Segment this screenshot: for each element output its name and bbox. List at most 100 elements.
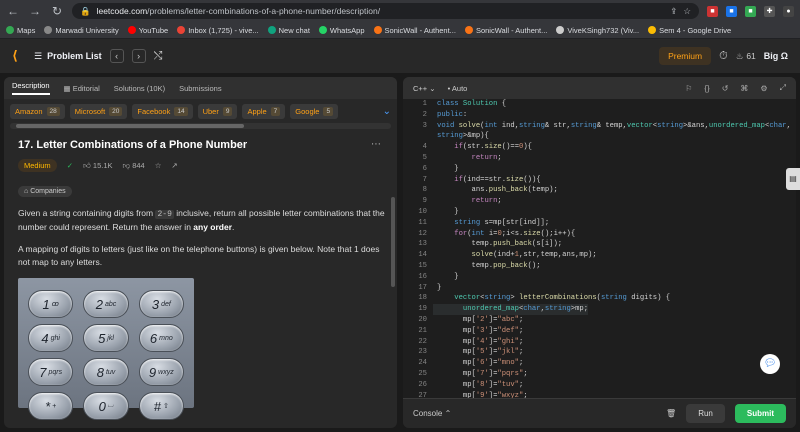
side-panel-tab-icon[interactable]: ▤	[786, 168, 800, 190]
braces-icon[interactable]: {}	[704, 84, 709, 93]
code-editor[interactable]: 1 class Solution { 2 public: 3 void solve(i…	[403, 99, 796, 398]
keypad-key: 2 abc	[83, 290, 129, 318]
streak-counter[interactable]: ♨ 61	[736, 51, 756, 62]
keypad-key: 9 wxyz	[138, 358, 184, 386]
bookmark[interactable]: ViveKSingh732 (Viv...	[556, 26, 639, 35]
tab-solutions[interactable]: Solutions (10K)	[114, 84, 165, 93]
workspace: Description ▦ Editorial Solutions (10K) …	[0, 75, 800, 432]
bookmark-icon[interactable]: ⚐	[685, 84, 692, 93]
book-icon: ▦	[63, 83, 73, 93]
bookmark[interactable]: SonicWall - Authent...	[373, 26, 456, 35]
profile-icon[interactable]: ●	[783, 5, 794, 17]
keypad-key: 7 pqrs	[28, 358, 74, 386]
reload-icon[interactable]: ↻	[50, 4, 64, 18]
description-panel: Description ▦ Editorial Solutions (10K) …	[4, 77, 397, 428]
shortcut-icon[interactable]: ⌘	[740, 84, 748, 93]
console-toggle[interactable]: Console ⌃	[413, 409, 451, 418]
keypad-key: 5 jkl	[83, 324, 129, 352]
chevron-up-icon: ⌃	[444, 409, 452, 418]
code-line: 18 vector<string> letterCombinations(str…	[418, 294, 671, 303]
company-tag[interactable]: Google 5	[290, 103, 339, 119]
tab-submissions[interactable]: Submissions	[179, 84, 222, 93]
run-button[interactable]: Run	[686, 404, 725, 423]
bookmark-favicon-icon	[648, 26, 657, 34]
settings-gear-icon[interactable]: ⚙	[760, 84, 767, 93]
dislike-button[interactable]: 👎︎ 844	[123, 161, 145, 171]
more-icon[interactable]: ⋯	[371, 139, 381, 150]
code-line: 17}	[418, 283, 442, 292]
star-icon[interactable]: ☆	[155, 161, 162, 170]
address-bar[interactable]: 🔒 leetcode.com/problems/letter-combinati…	[72, 3, 699, 19]
company-tags: Amazon 28 Microsoft 20 Facebook 14 Uber 9 Ap…	[4, 99, 397, 123]
problem-list-button[interactable]: ☰ Problem List	[34, 51, 102, 62]
keypad-key: 4 ghi	[28, 324, 74, 352]
code-line: string>&mp){	[437, 132, 489, 141]
code-line: 8 ans.push_back(temp);	[422, 186, 558, 195]
bookmark[interactable]: New chat	[267, 26, 310, 35]
back-icon[interactable]: ←	[6, 4, 20, 18]
bookmark[interactable]: Sem 4 - Google Drive	[648, 26, 731, 35]
extension-icon[interactable]: ■	[745, 5, 756, 17]
company-tag[interactable]: Amazon 28	[10, 103, 65, 119]
bookmark[interactable]: Inbox (1,725) - vive...	[177, 26, 259, 35]
reset-icon[interactable]: ↺	[722, 84, 729, 93]
bookmark[interactable]: Marwadi University	[44, 26, 119, 35]
star-icon[interactable]: ☆	[683, 6, 691, 17]
share-icon[interactable]: ↗	[171, 161, 177, 170]
company-tag[interactable]: Apple 7	[242, 103, 286, 119]
bookmark[interactable]: WhatsApp	[318, 26, 365, 35]
code-line: 12 for(int i=0;i<s.size();i++){	[418, 229, 576, 238]
prev-problem-button[interactable]: ‹	[109, 49, 124, 63]
share-icon[interactable]: ⇪	[670, 6, 677, 17]
submit-button[interactable]: Submit	[734, 404, 786, 423]
scrollbar-thumb[interactable]	[16, 124, 244, 128]
forward-icon[interactable]: →	[28, 4, 42, 18]
company-tag[interactable]: Facebook 14	[132, 103, 193, 119]
fullscreen-icon[interactable]: ⤢	[780, 83, 786, 93]
problem-content: 17. Letter Combinations of a Phone Numbe…	[4, 129, 397, 420]
company-tag[interactable]: Uber 9	[197, 103, 238, 119]
language-select[interactable]: C++ ⌄	[413, 84, 436, 93]
description-paragraph: Given a string containing digits from 2-…	[18, 208, 385, 232]
thumbs-down-icon: 👎︎	[122, 160, 133, 170]
premium-button[interactable]: Premium	[659, 47, 712, 65]
code-line: 26 mp['8']="tuv";	[418, 380, 524, 389]
company-tag[interactable]: Microsoft 20	[69, 103, 128, 119]
shuffle-icon[interactable]: ⤭	[154, 50, 163, 63]
keypad-key: 0 ⌴	[83, 392, 129, 420]
description-scrollbar[interactable]	[391, 197, 395, 287]
next-problem-button[interactable]: ›	[131, 49, 146, 63]
problem-meta: Medium ✓ 👍︎ 15.1K 👎︎ 844 ☆ ↗	[18, 159, 385, 172]
extension-icon[interactable]: ■	[726, 5, 737, 17]
code-line: 1 class Solution {	[422, 100, 507, 108]
trash-icon[interactable]: 🗑︎	[666, 409, 676, 418]
bookmark-favicon-icon	[127, 26, 136, 34]
companies-button[interactable]: ⌂ Companies	[18, 186, 72, 197]
chevron-down-icon[interactable]: ⌄	[383, 106, 391, 117]
url-domain: leetcode.com	[96, 6, 148, 16]
url-path: /problems/letter-combinations-of-a-phone…	[147, 6, 381, 16]
bookmark[interactable]: SonicWall - Authent...	[464, 26, 547, 35]
bookmark-favicon-icon	[44, 26, 53, 34]
problem-title: 17. Letter Combinations of a Phone Numbe…	[18, 139, 248, 151]
code-line: 10 }	[418, 207, 459, 216]
keypad-key: 1ꝏ	[28, 290, 74, 318]
user-menu[interactable]: Big Ω	[764, 51, 788, 61]
leetcode-logo-icon[interactable]: ⟨	[12, 49, 26, 63]
extensions-puzzle-icon[interactable]: ✚	[764, 5, 775, 17]
autocomplete-toggle[interactable]: • Auto	[448, 84, 468, 93]
chat-assist-icon[interactable]: 💬︎	[760, 354, 780, 374]
extension-icon[interactable]: ■	[707, 5, 718, 17]
code-line: 21 mp['3']="def";	[418, 326, 524, 335]
code-line: 19 unordered_map<char,string>mp;	[418, 304, 589, 315]
bookmark-favicon-icon	[318, 26, 327, 34]
tab-editorial[interactable]: ▦ Editorial	[64, 84, 100, 93]
tab-description[interactable]: Description	[12, 81, 50, 95]
bookmark-favicon-icon	[464, 26, 473, 34]
bookmark[interactable]: Maps	[6, 26, 35, 35]
code-line: 2 public:	[422, 110, 468, 119]
like-button[interactable]: 👍︎ 15.1K	[83, 161, 113, 171]
bookmark[interactable]: YouTube	[127, 26, 168, 35]
timer-icon[interactable]: ⏱	[719, 50, 728, 63]
bookmark-favicon-icon	[267, 26, 276, 34]
